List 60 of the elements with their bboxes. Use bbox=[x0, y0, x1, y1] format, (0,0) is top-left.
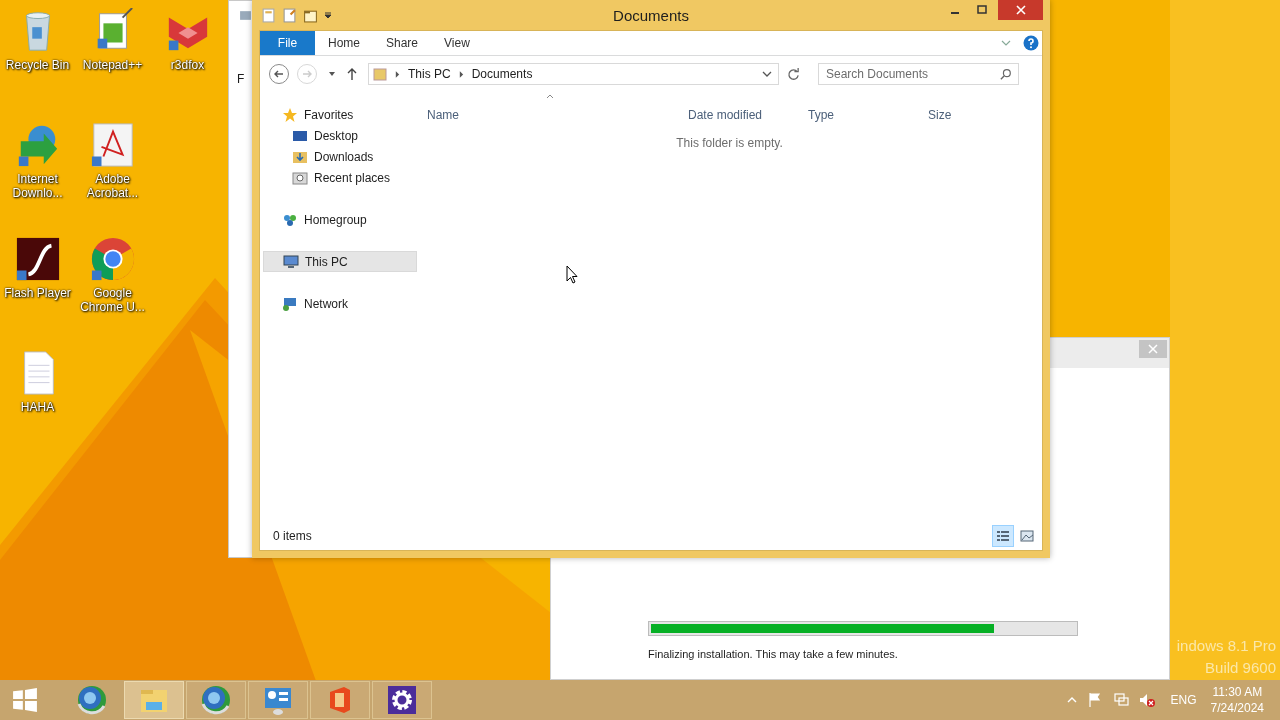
show-hidden-icons-button[interactable] bbox=[1066, 697, 1077, 703]
recent-icon bbox=[292, 169, 308, 186]
refresh-icon[interactable] bbox=[787, 67, 800, 81]
nav-item[interactable]: This PC bbox=[263, 251, 417, 272]
nav-item[interactable]: Desktop bbox=[263, 125, 417, 146]
up-arrow-icon[interactable] bbox=[346, 67, 358, 81]
column-header[interactable]: Size bbox=[928, 108, 998, 122]
picture-view-icon[interactable] bbox=[1020, 530, 1034, 542]
edition-label: Build 9600 bbox=[1205, 659, 1276, 676]
nav-item[interactable]: Downloads bbox=[263, 146, 417, 167]
column-header[interactable]: Date modified bbox=[688, 108, 808, 122]
panel-taskbar-button[interactable] bbox=[248, 681, 308, 719]
close-button[interactable] bbox=[998, 0, 1043, 20]
recent-locations-icon[interactable] bbox=[328, 71, 336, 77]
empty-folder-message: This folder is empty. bbox=[676, 136, 783, 150]
flag-icon[interactable] bbox=[1086, 692, 1103, 708]
flash-icon[interactable] bbox=[14, 236, 61, 282]
column-header[interactable]: Type bbox=[808, 108, 928, 122]
menu-label[interactable]: F bbox=[237, 72, 245, 86]
item-count: 0 items bbox=[273, 529, 312, 543]
maximize-icon[interactable] bbox=[976, 5, 987, 15]
file-tab[interactable]: File bbox=[260, 31, 315, 55]
ribbon-tab[interactable]: Home bbox=[315, 31, 373, 55]
gear-taskbar-button[interactable] bbox=[372, 681, 432, 719]
address-bar[interactable]: This PC Documents bbox=[368, 63, 779, 85]
new-document-icon[interactable] bbox=[282, 7, 297, 23]
help-icon[interactable] bbox=[1023, 35, 1039, 51]
nav-item[interactable]: Recent places bbox=[263, 167, 417, 188]
gear-icon[interactable] bbox=[386, 684, 418, 716]
column-header[interactable]: Name bbox=[427, 108, 688, 122]
pdf-icon[interactable] bbox=[89, 122, 136, 168]
nav-item[interactable]: Homegroup bbox=[263, 209, 417, 230]
close-icon[interactable] bbox=[1015, 5, 1026, 15]
window-title: Documents bbox=[612, 7, 690, 24]
globe-taskbar-button[interactable] bbox=[186, 681, 246, 719]
globe-icon[interactable] bbox=[200, 684, 232, 716]
mouse-pointer-icon bbox=[566, 265, 578, 284]
search-field[interactable]: Search Documents bbox=[818, 63, 1019, 85]
progress-message: Finalizing installation. This may take a few minutes. bbox=[648, 648, 899, 660]
pc-icon bbox=[283, 253, 299, 270]
details-view-icon[interactable] bbox=[996, 530, 1010, 542]
globe-icon[interactable] bbox=[76, 684, 108, 716]
details-view-button[interactable] bbox=[992, 525, 1014, 547]
chrome-icon[interactable] bbox=[89, 236, 136, 282]
volume-icon[interactable] bbox=[1138, 692, 1155, 708]
expand-ribbon-icon[interactable] bbox=[1001, 40, 1011, 46]
ribbon-tab[interactable]: Share bbox=[373, 31, 432, 55]
sort-caret-icon bbox=[546, 94, 554, 99]
properties-icon[interactable] bbox=[261, 7, 276, 23]
edition-label: indows 8.1 Pro bbox=[1176, 637, 1276, 654]
search-icon[interactable] bbox=[1000, 68, 1012, 80]
nav-item[interactable]: Network bbox=[263, 293, 417, 314]
windows-start-button[interactable] bbox=[12, 687, 38, 713]
back-button[interactable] bbox=[268, 63, 290, 85]
nav-item[interactable]: Favorites bbox=[263, 104, 417, 125]
network-icon[interactable] bbox=[1112, 692, 1129, 708]
ribbon-tab[interactable]: View bbox=[431, 31, 483, 55]
caret-icon[interactable] bbox=[324, 11, 332, 19]
star-icon bbox=[282, 106, 298, 123]
network-icon bbox=[282, 295, 298, 312]
